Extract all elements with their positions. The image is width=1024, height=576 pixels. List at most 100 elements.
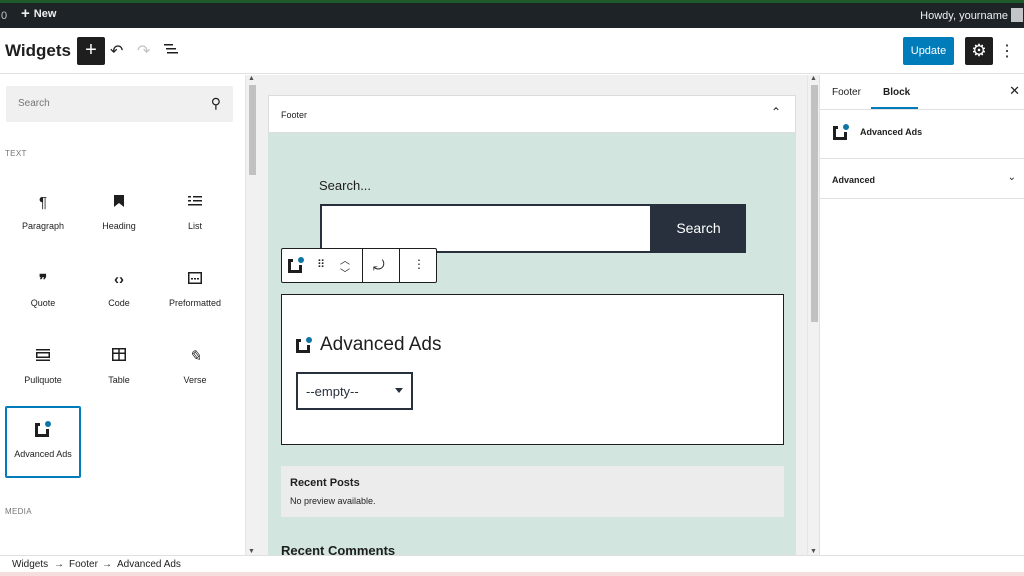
block-label: Heading (102, 221, 136, 231)
scrollbar-thumb[interactable] (249, 85, 256, 175)
advanced-ads-icon (6, 421, 80, 441)
chevron-up-icon[interactable]: ⌃ (771, 105, 781, 119)
scroll-down-arrow-icon[interactable]: ▼ (248, 548, 255, 555)
close-icon[interactable]: ✕ (1009, 83, 1020, 99)
block-label: Verse (183, 375, 207, 385)
page-title: Widgets (5, 41, 71, 60)
scroll-down-arrow-icon[interactable]: ▼ (810, 548, 817, 555)
comment-count[interactable]: 0 (1, 10, 7, 22)
block-label: Table (108, 375, 130, 385)
breadcrumb-separator: → (54, 559, 64, 570)
howdy-user[interactable]: Howdy, yourname (920, 10, 1008, 22)
block-toolbar: ⠿ ︿ ﹀ ⤾ ⋮ (281, 248, 437, 283)
update-button[interactable]: Update (903, 37, 954, 65)
breadcrumb-item-advanced-ads[interactable]: Advanced Ads (117, 559, 181, 570)
more-options-icon[interactable]: ⋮ (999, 41, 1015, 61)
move-down-icon[interactable]: ﹀ (340, 265, 350, 280)
recent-posts-preview-note: No preview available. (290, 496, 376, 506)
block-search-input[interactable]: Search ⚲ (6, 86, 233, 122)
breadcrumb: Widgets → Footer → Advanced Ads (0, 555, 1024, 572)
block-label: Code (108, 298, 130, 308)
chevron-down-icon: ⌄ (1007, 172, 1016, 183)
block-inserter-panel: Search ⚲ TEXT ¶ Paragraph Heading List ❞… (0, 75, 245, 555)
recent-posts-widget[interactable]: Recent Posts No preview available. (281, 466, 784, 517)
transform-icon[interactable]: ⤾ (373, 257, 385, 274)
advanced-ads-title-text: Advanced Ads (320, 334, 442, 355)
block-list[interactable]: List (157, 178, 233, 250)
recent-posts-title: Recent Posts (290, 477, 360, 489)
advanced-panel-toggle[interactable]: Advanced ⌄ (820, 159, 1024, 199)
ad-select[interactable]: --empty-- (296, 372, 413, 410)
breadcrumb-item-footer[interactable]: Footer (69, 559, 98, 570)
block-preformatted[interactable]: Preformatted (157, 255, 233, 327)
editor-canvas: Footer ⌃ Search... Search ⠿ ︿ ﹀ ⤾ ⋮ Adva… (258, 75, 807, 555)
toolbar-divider (362, 249, 363, 282)
block-card: Advanced Ads (820, 111, 1024, 159)
undo-icon[interactable]: ↶ (110, 41, 123, 61)
drag-handle-icon[interactable]: ⠿ (317, 258, 325, 271)
breadcrumb-item-widgets[interactable]: Widgets (12, 559, 48, 570)
breadcrumb-separator: → (102, 559, 112, 570)
advanced-ads-block[interactable]: Advanced Ads --empty-- (281, 294, 784, 445)
recent-comments-title: Recent Comments (281, 543, 396, 555)
tab-footer[interactable]: Footer (832, 87, 861, 98)
block-verse[interactable]: ✎ Verse (157, 332, 233, 404)
verse-icon: ✎ (188, 348, 202, 365)
search-widget-input[interactable] (320, 204, 652, 253)
block-label: Advanced Ads (14, 449, 72, 459)
block-label: Quote (30, 298, 56, 308)
inserter-scrollbar[interactable]: ▲ ▼ (245, 75, 258, 555)
block-heading[interactable]: Heading (81, 178, 157, 250)
new-content-link[interactable]: + New (21, 6, 57, 21)
quote-icon: ❞ (38, 271, 48, 289)
avatar[interactable] (1011, 8, 1023, 22)
advanced-panel-title: Advanced (832, 175, 876, 185)
footer-widget-area: Search... Search ⠿ ︿ ﹀ ⤾ ⋮ Advanced Ads … (268, 133, 796, 555)
add-block-button[interactable]: + (77, 37, 105, 65)
sidebar-tabs: Footer Block ✕ (820, 75, 1024, 110)
admin-bar: 0 + New Howdy, yourname (0, 3, 1024, 28)
block-card-name: Advanced Ads (860, 127, 923, 137)
widget-area-header[interactable]: Footer ⌃ (268, 95, 796, 133)
settings-sidebar: Footer Block ✕ Advanced Ads Advanced ⌄ (820, 75, 1024, 555)
bottom-strip (0, 572, 1024, 576)
search-icon: ⚲ (210, 95, 221, 111)
advanced-ads-icon (296, 337, 312, 353)
chevron-down-icon (395, 388, 403, 393)
block-label: Preformatted (168, 298, 222, 308)
widget-area-title: Footer (281, 110, 308, 120)
block-code[interactable]: ‹› Code (81, 255, 157, 327)
new-label: New (33, 8, 57, 20)
advanced-ads-icon[interactable] (288, 257, 304, 276)
tab-block[interactable]: Block (883, 87, 910, 98)
search-widget-button[interactable]: Search (651, 204, 746, 253)
redo-icon[interactable]: ↷ (137, 41, 150, 61)
block-paragraph[interactable]: ¶ Paragraph (5, 178, 81, 250)
category-text-heading: TEXT (5, 149, 27, 158)
scroll-up-arrow-icon[interactable]: ▲ (810, 75, 817, 82)
plus-icon: + (85, 39, 97, 61)
advanced-ads-block-title: Advanced Ads (296, 334, 441, 356)
pullquote-icon (6, 347, 80, 367)
block-label: Pullquote (24, 375, 62, 385)
scroll-up-arrow-icon[interactable]: ▲ (248, 75, 255, 82)
block-pullquote[interactable]: Pullquote (5, 332, 81, 404)
settings-button[interactable]: ⚙ (965, 37, 993, 65)
active-tab-indicator (871, 107, 918, 109)
block-quote[interactable]: ❞ Quote (5, 255, 81, 327)
block-table[interactable]: Table (81, 332, 157, 404)
block-label: Paragraph (21, 221, 65, 231)
advanced-ads-icon (833, 124, 849, 140)
editor-header: Widgets + ↶ ↷ Update ⚙ ⋮ (0, 28, 1024, 74)
code-icon: ‹› (114, 271, 124, 288)
scrollbar-thumb[interactable] (811, 85, 818, 322)
gear-icon: ⚙ (971, 41, 987, 60)
category-media-heading: MEDIA (5, 507, 32, 516)
ad-select-value: --empty-- (306, 384, 359, 399)
canvas-scrollbar[interactable]: ▲ ▼ (807, 75, 820, 555)
block-advanced-ads[interactable]: Advanced Ads (5, 406, 81, 478)
list-icon (158, 193, 232, 213)
list-view-icon[interactable] (164, 42, 178, 60)
heading-icon (82, 193, 156, 213)
more-options-icon[interactable]: ⋮ (413, 257, 425, 271)
